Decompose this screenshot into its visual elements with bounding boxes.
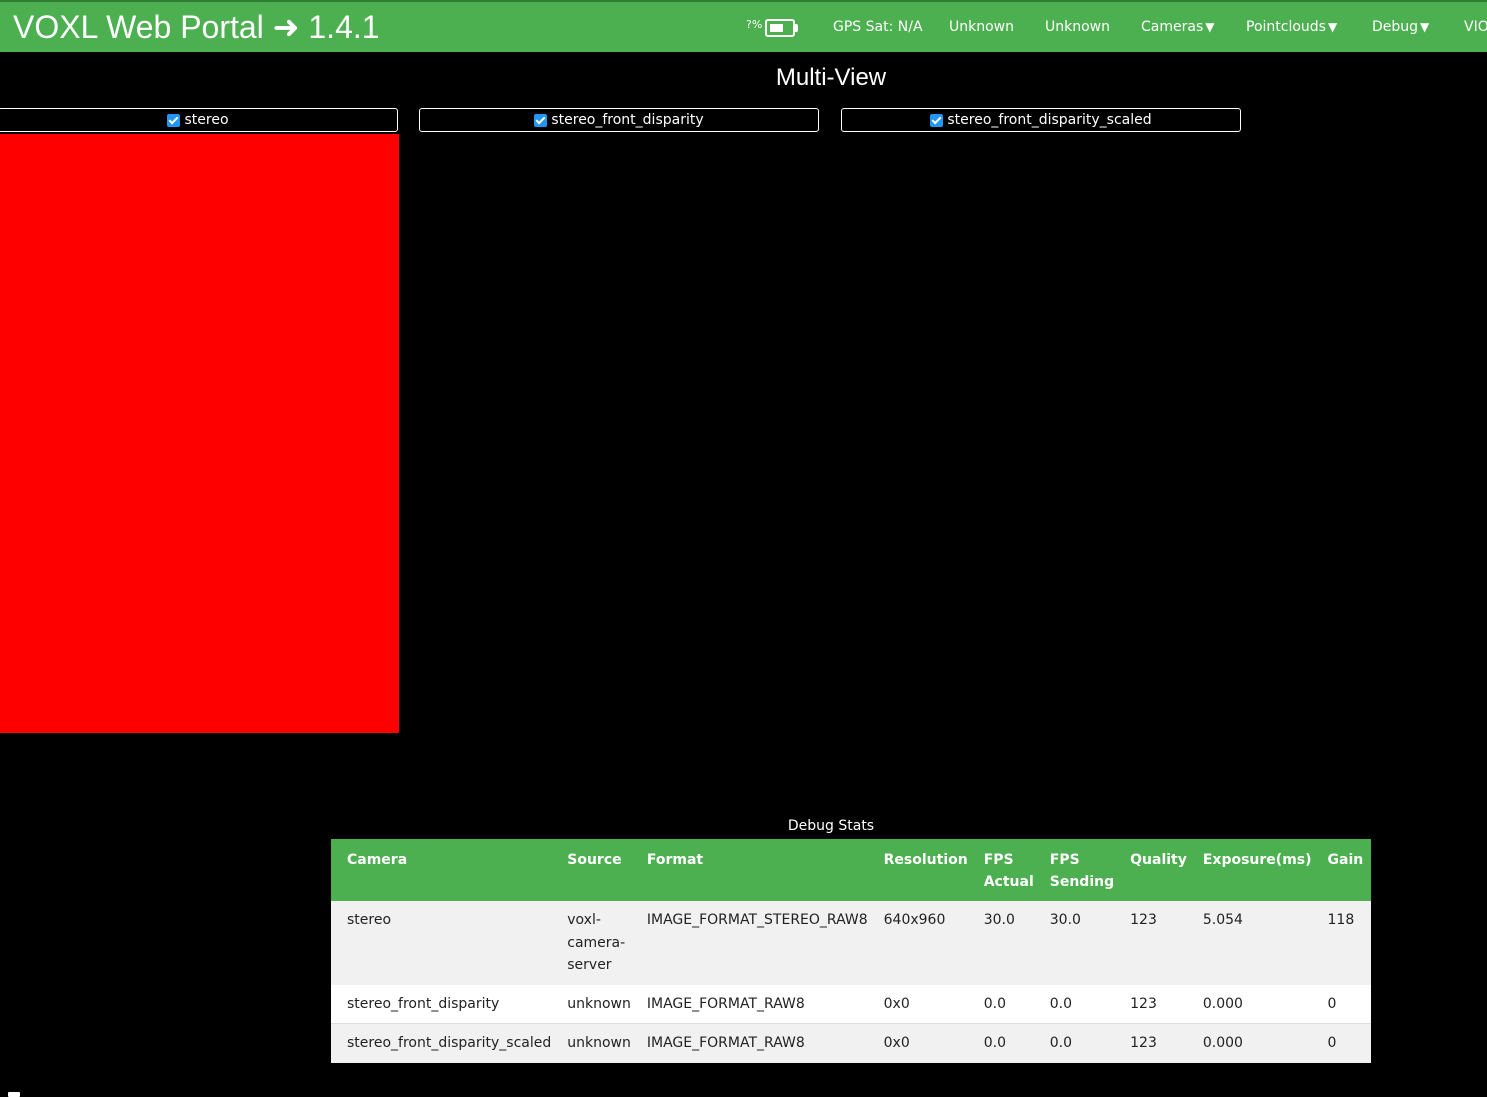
column-header: Exposure(ms) bbox=[1194, 839, 1320, 901]
table-cell: 640x960 bbox=[875, 901, 976, 985]
battery-icon bbox=[765, 19, 796, 37]
table-cell: 5.054 bbox=[1194, 901, 1320, 985]
table-cell: stereo bbox=[331, 901, 560, 985]
table-cell: 0.000 bbox=[1194, 1023, 1320, 1063]
table-cell: IMAGE_FORMAT_RAW8 bbox=[638, 1023, 876, 1063]
table-row: stereo_front_disparity_scaled unknown IM… bbox=[331, 1023, 1372, 1063]
table-cell: stereo_front_disparity bbox=[331, 984, 560, 1024]
gps-status: GPS Sat: N/A bbox=[833, 19, 923, 35]
battery-indicator: ?% bbox=[746, 16, 799, 37]
table-cell: 30.0 bbox=[975, 901, 1042, 985]
column-header: Resolution bbox=[875, 839, 976, 901]
column-header: FPS Sending bbox=[1041, 839, 1123, 901]
status-unknown-2: Unknown bbox=[1045, 19, 1110, 35]
table-cell: 0.0 bbox=[1041, 984, 1123, 1024]
chevron-down-icon: ▼ bbox=[1205, 20, 1215, 34]
column-header: Camera bbox=[331, 839, 560, 901]
table-cell: IMAGE_FORMAT_STEREO_RAW8 bbox=[638, 901, 876, 985]
battery-percent: ?% bbox=[746, 18, 763, 31]
debug-stats-caption: Debug Stats bbox=[787, 818, 875, 834]
table-header-row: Camera Source Format Resolution FPS Actu… bbox=[331, 839, 1372, 901]
camera-toggle-stereo-front-disparity-scaled[interactable]: stereo_front_disparity_scaled bbox=[841, 108, 1241, 132]
top-navbar: VOXL Web Portal ➜ 1.4.1 ?% GPS Sat: N/A … bbox=[0, 0, 1487, 52]
column-header: Gain bbox=[1319, 839, 1372, 901]
scroll-marker bbox=[8, 1092, 20, 1097]
menu-debug[interactable]: Debug ▼ bbox=[1372, 19, 1429, 35]
table-row: stereo_front_disparity unknown IMAGE_FOR… bbox=[331, 984, 1372, 1024]
table-row: stereo voxl-camera-server IMAGE_FORMAT_S… bbox=[331, 901, 1372, 985]
camera-toggle-label: stereo_front_disparity_scaled bbox=[947, 112, 1152, 128]
column-header: FPS Actual bbox=[975, 839, 1042, 901]
chevron-down-icon: ▼ bbox=[1327, 20, 1338, 34]
camera-toggle-label: stereo_front_disparity bbox=[551, 112, 704, 128]
table-cell: 0x0 bbox=[875, 1023, 976, 1063]
table-cell: 123 bbox=[1122, 1023, 1195, 1063]
camera-toggle-label: stereo bbox=[184, 112, 229, 128]
battery-tip-icon bbox=[795, 24, 799, 32]
camera-toggle-stereo-front-disparity[interactable]: stereo_front_disparity bbox=[419, 108, 819, 132]
table-cell: 118 bbox=[1319, 901, 1372, 985]
table-cell: 0.0 bbox=[1041, 1023, 1123, 1063]
table-cell: voxl-camera-server bbox=[559, 901, 639, 985]
menu-cameras-label: Cameras bbox=[1141, 19, 1204, 35]
table-cell: 123 bbox=[1122, 901, 1195, 985]
debug-stats-table: Camera Source Format Resolution FPS Actu… bbox=[331, 839, 1372, 1063]
column-header: Quality bbox=[1122, 839, 1195, 901]
chevron-down-icon: ▼ bbox=[1420, 20, 1430, 34]
camera-toggle-stereo[interactable]: stereo bbox=[0, 108, 398, 132]
table-cell: unknown bbox=[559, 984, 639, 1024]
table-cell: 0.0 bbox=[975, 984, 1042, 1024]
table-cell: 0.0 bbox=[975, 1023, 1042, 1063]
table-cell: stereo_front_disparity_scaled bbox=[331, 1023, 560, 1063]
table-cell: 0.000 bbox=[1194, 984, 1320, 1024]
menu-vio[interactable]: VIO bbox=[1464, 19, 1487, 35]
table-cell: 123 bbox=[1122, 984, 1195, 1024]
checkbox-checked-icon[interactable] bbox=[167, 113, 181, 127]
status-unknown-1: Unknown bbox=[949, 19, 1014, 35]
table-cell: 0 bbox=[1319, 984, 1372, 1024]
page-title: Multi-View bbox=[775, 64, 887, 91]
table-cell: 0 bbox=[1319, 1023, 1372, 1063]
table-cell: IMAGE_FORMAT_RAW8 bbox=[638, 984, 876, 1024]
table-cell: 30.0 bbox=[1041, 901, 1123, 985]
column-header: Source bbox=[559, 839, 639, 901]
column-header: Format bbox=[638, 839, 876, 901]
portal-title[interactable]: VOXL Web Portal ➜ 1.4.1 bbox=[13, 8, 380, 46]
menu-pointclouds[interactable]: Pointclouds ▼ bbox=[1246, 19, 1337, 35]
table-cell: unknown bbox=[559, 1023, 639, 1063]
table-cell: 0x0 bbox=[875, 984, 976, 1024]
checkbox-checked-icon[interactable] bbox=[930, 113, 944, 127]
menu-cameras[interactable]: Cameras ▼ bbox=[1141, 19, 1214, 35]
menu-debug-label: Debug bbox=[1372, 19, 1419, 35]
checkbox-checked-icon[interactable] bbox=[534, 113, 548, 127]
stereo-video-feed bbox=[0, 134, 399, 733]
menu-pointclouds-label: Pointclouds bbox=[1246, 19, 1326, 35]
